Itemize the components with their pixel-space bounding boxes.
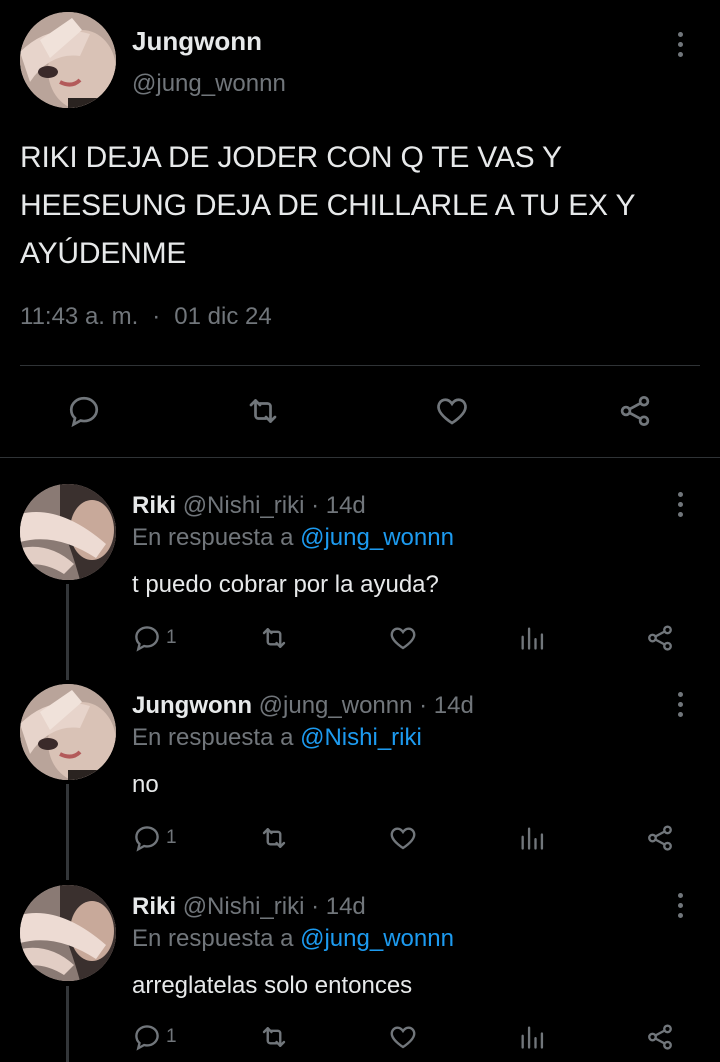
share-button[interactable]	[645, 623, 675, 653]
reply-mention-link[interactable]: @jung_wonnn	[300, 925, 454, 952]
reply-prefix: En respuesta a	[132, 524, 294, 551]
reply-icon	[69, 396, 99, 428]
analytics-icon	[521, 827, 544, 850]
reply-icon	[135, 1025, 159, 1051]
retweet-button[interactable]	[258, 1022, 290, 1052]
heart-icon	[437, 398, 467, 425]
retweet-icon	[262, 828, 286, 848]
meta-separator: ·	[152, 303, 161, 330]
reply-prefix: En respuesta a	[132, 925, 294, 952]
reply-age: · 14d	[311, 492, 366, 519]
reply-text: arreglatelas solo entonces	[132, 972, 413, 999]
views-button[interactable]	[518, 1022, 546, 1052]
reply-avatar[interactable]	[20, 484, 116, 580]
more-icon[interactable]	[676, 692, 684, 717]
reply-age: · 14d	[419, 692, 474, 719]
share-icon	[620, 396, 650, 426]
reply-text: no	[132, 771, 159, 798]
reply-button[interactable]: 1	[132, 823, 177, 853]
reply-button[interactable]	[66, 393, 102, 429]
retweet-button[interactable]	[258, 823, 290, 853]
reply-author-handle[interactable]: @Nishi_riki	[183, 893, 305, 920]
reply-count: 1	[166, 627, 177, 648]
author-avatar[interactable]	[20, 12, 116, 108]
like-button[interactable]	[388, 1022, 418, 1052]
reply-tweet[interactable]: Riki @Nishi_riki · 14d En respuesta a @j…	[0, 885, 720, 1062]
reply-text: t puedo cobrar por la ayuda?	[132, 571, 439, 598]
retweet-icon	[262, 628, 286, 648]
analytics-icon	[521, 627, 544, 650]
heart-icon	[390, 827, 416, 850]
reply-mention-link[interactable]: @jung_wonnn	[300, 524, 454, 551]
section-divider	[0, 457, 720, 458]
reply-count: 1	[166, 827, 177, 848]
tweet-text: RIKI DEJA DE JODER CON Q TE VAS Y HEESEU…	[20, 141, 635, 270]
reply-count: 1	[166, 1026, 177, 1047]
reply-author-name[interactable]: Jungwonn	[132, 692, 252, 719]
tweet-time: 11:43 a. m.	[20, 303, 139, 330]
reply-avatar[interactable]	[20, 684, 116, 780]
reply-author-handle[interactable]: @jung_wonnn	[259, 692, 413, 719]
analytics-icon	[521, 1026, 544, 1049]
author-name[interactable]: Jungwonn	[132, 26, 262, 57]
share-icon	[648, 625, 672, 651]
share-button[interactable]	[616, 393, 654, 429]
retweet-icon	[262, 1027, 286, 1047]
reply-prefix: En respuesta a	[132, 724, 294, 751]
retweet-button[interactable]	[244, 393, 282, 429]
tweet-timestamp: 11:43 a. m. · 01 dic 24	[20, 303, 272, 331]
views-button[interactable]	[518, 623, 546, 653]
reply-author-handle[interactable]: @Nishi_riki	[183, 492, 305, 519]
retweet-button[interactable]	[258, 623, 290, 653]
more-icon[interactable]	[676, 32, 684, 57]
reply-button[interactable]: 1	[132, 1022, 177, 1052]
like-button[interactable]	[434, 393, 470, 429]
more-icon[interactable]	[676, 893, 684, 918]
share-button[interactable]	[645, 823, 675, 853]
views-button[interactable]	[518, 823, 546, 853]
reply-icon	[135, 826, 159, 852]
reply-mention-link[interactable]: @Nishi_riki	[300, 724, 422, 751]
heart-icon	[390, 627, 416, 650]
reply-tweet[interactable]: Riki @Nishi_riki · 14d En respuesta a @j…	[0, 484, 720, 684]
reply-avatar[interactable]	[20, 885, 116, 981]
reply-context: En respuesta a @jung_wonnn	[132, 925, 454, 953]
reply-header: Riki @Nishi_riki · 14d	[132, 893, 366, 921]
share-icon	[648, 825, 672, 851]
like-button[interactable]	[388, 823, 418, 853]
more-icon[interactable]	[676, 492, 684, 517]
reply-icon	[135, 626, 159, 652]
divider	[20, 365, 700, 366]
author-handle[interactable]: @jung_wonnn	[132, 70, 286, 98]
reply-tweet[interactable]: Jungwonn @jung_wonnn · 14d En respuesta …	[0, 684, 720, 884]
retweet-icon	[249, 399, 277, 423]
tweet-date: 01 dic 24	[174, 303, 272, 330]
heart-icon	[390, 1026, 416, 1049]
reply-context: En respuesta a @Nishi_riki	[132, 724, 422, 752]
reply-header: Jungwonn @jung_wonnn · 14d	[132, 692, 474, 720]
reply-author-name[interactable]: Riki	[132, 492, 176, 519]
reply-button[interactable]: 1	[132, 623, 177, 653]
reply-header: Riki @Nishi_riki · 14d	[132, 492, 366, 520]
reply-age: · 14d	[311, 893, 366, 920]
share-button[interactable]	[645, 1022, 675, 1052]
reply-author-name[interactable]: Riki	[132, 893, 176, 920]
share-icon	[648, 1024, 672, 1050]
reply-context: En respuesta a @jung_wonnn	[132, 524, 454, 552]
like-button[interactable]	[388, 623, 418, 653]
